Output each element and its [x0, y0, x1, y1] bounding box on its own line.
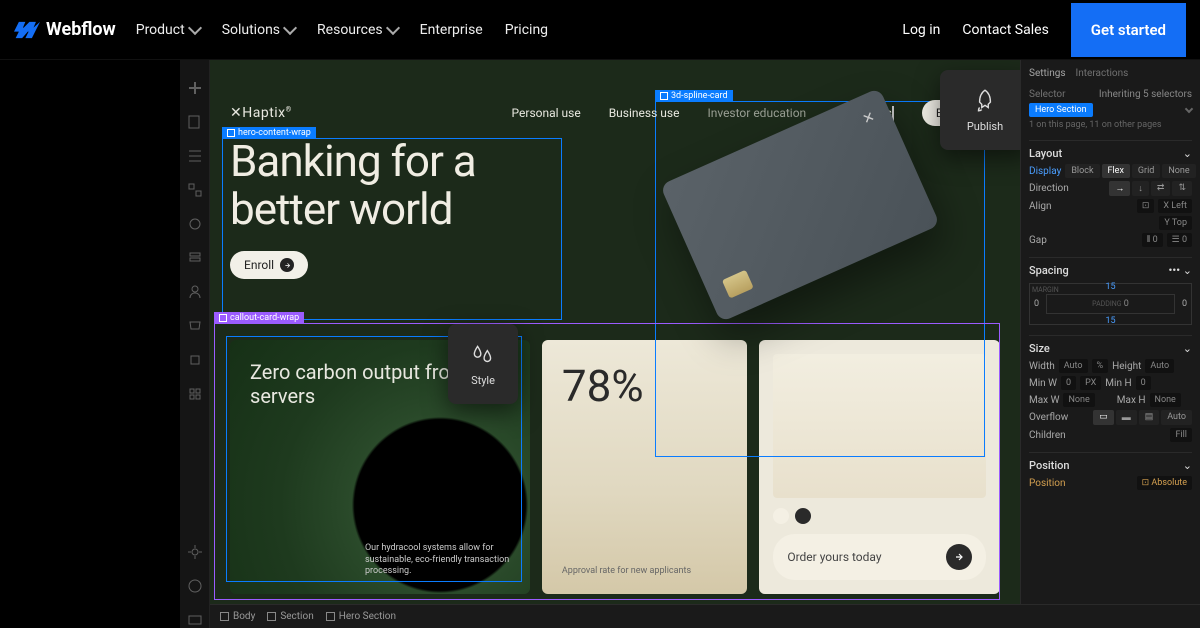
navigator-icon[interactable]: [187, 148, 203, 164]
contact-sales-link[interactable]: Contact Sales: [962, 22, 1048, 38]
crumb-section[interactable]: Section: [267, 611, 313, 622]
crumb-hero[interactable]: Hero Section: [326, 611, 396, 622]
chip-icon: [722, 270, 754, 299]
primary-nav: Product Solutions Resources Enterprise P…: [136, 22, 548, 38]
align-y[interactable]: Y Top: [1159, 216, 1192, 230]
element-icon: [227, 129, 235, 137]
rocket-icon: [972, 88, 998, 114]
users-icon[interactable]: [187, 284, 203, 300]
style-label: Style: [471, 374, 495, 387]
section-position[interactable]: Position⌄: [1029, 459, 1192, 472]
webflow-logo[interactable]: Webflow: [14, 19, 116, 40]
spacing-editor[interactable]: 15 MARGIN PADDING 0 0 0 15: [1029, 283, 1192, 325]
overflow-auto[interactable]: Auto: [1161, 410, 1192, 425]
section-size[interactable]: Size⌄: [1029, 342, 1192, 355]
selector-tag-spline[interactable]: 3d-spline-card: [655, 90, 733, 102]
position-value[interactable]: ⊡ Absolute: [1137, 476, 1192, 490]
section-spacing[interactable]: Spacing••• ⌄: [1029, 264, 1192, 277]
element-icon: [267, 612, 276, 621]
ecommerce-icon[interactable]: [187, 318, 203, 334]
site-brand: ✕Haptix®: [230, 105, 292, 121]
site-nav-item[interactable]: Personal use: [512, 106, 581, 120]
publish-callout: Publish: [940, 70, 1020, 150]
dir-col-icon[interactable]: ↓: [1132, 181, 1149, 196]
apps-icon[interactable]: [187, 386, 203, 402]
opt-none[interactable]: None: [1162, 164, 1195, 178]
webflow-logo-icon: [14, 21, 40, 39]
pages-icon[interactable]: [187, 114, 203, 130]
nav-enterprise[interactable]: Enterprise: [420, 22, 483, 38]
element-icon: [326, 612, 335, 621]
components-icon[interactable]: [187, 182, 203, 198]
opt-block[interactable]: Block: [1065, 164, 1099, 178]
droplets-icon: [470, 342, 496, 368]
nav-resources[interactable]: Resources: [317, 22, 398, 38]
overflow-scroll-icon[interactable]: ▤: [1139, 410, 1160, 425]
chevron-down-icon: [283, 21, 297, 35]
login-link[interactable]: Log in: [902, 22, 940, 38]
section-layout[interactable]: Layout⌄: [1029, 147, 1192, 160]
align-x[interactable]: X Left: [1158, 199, 1192, 213]
display-options: Block Flex Grid None: [1065, 164, 1195, 178]
publish-label: Publish: [967, 120, 1003, 133]
help-icon[interactable]: [187, 578, 203, 594]
selection-outline: [222, 138, 562, 320]
secondary-nav: Log in Contact Sales Get started: [902, 3, 1186, 57]
add-icon[interactable]: [187, 80, 203, 96]
inheriting-hint: Inheriting 5 selectors: [1099, 89, 1192, 100]
design-canvas[interactable]: ✕Haptix® Personal use Business use Inves…: [210, 60, 1020, 604]
chevron-down-icon[interactable]: [1185, 104, 1193, 112]
margin-top[interactable]: 15: [1105, 282, 1115, 292]
crumb-body[interactable]: Body: [220, 611, 255, 622]
webflow-top-nav: Webflow Product Solutions Resources Ente…: [0, 0, 1200, 60]
assets-icon[interactable]: [187, 216, 203, 232]
tab-interactions[interactable]: Interactions: [1076, 66, 1129, 81]
panel-tabs: Settings Interactions: [1029, 66, 1192, 81]
selector-chip[interactable]: Hero Section: [1029, 103, 1093, 117]
chevron-down-icon: [188, 21, 202, 35]
overflow-visible-icon[interactable]: ▭: [1093, 410, 1114, 425]
designer-stage: ✕Haptix® Personal use Business use Inves…: [180, 60, 1200, 628]
dir-rowrev-icon[interactable]: ⇄: [1151, 181, 1171, 196]
selector-tag-callout[interactable]: callout-card-wrap: [214, 312, 304, 324]
element-icon: [660, 92, 668, 100]
dir-row-icon[interactable]: →: [1109, 181, 1130, 196]
selector-tag-hero[interactable]: hero-content-wrap: [222, 127, 316, 139]
site-nav-item[interactable]: Business use: [609, 106, 680, 120]
element-icon: [219, 314, 227, 322]
opt-grid[interactable]: Grid: [1132, 164, 1160, 178]
settings-icon[interactable]: [187, 544, 203, 560]
align-box-icon[interactable]: ⊡: [1137, 199, 1155, 213]
element-icon: [220, 612, 229, 621]
gap-row[interactable]: ☰ 0: [1167, 233, 1192, 247]
brand-text: Webflow: [46, 19, 116, 40]
left-toolbar: [180, 60, 210, 628]
card-logo-icon: ✕: [860, 109, 877, 128]
nav-pricing[interactable]: Pricing: [505, 22, 548, 38]
tab-settings[interactable]: Settings: [1029, 66, 1066, 81]
breadcrumb-bar: Body Section Hero Section: [210, 604, 1200, 628]
video-icon[interactable]: [187, 612, 203, 628]
opt-flex[interactable]: Flex: [1102, 164, 1130, 178]
dir-colrev-icon[interactable]: ⇅: [1172, 181, 1192, 196]
margin-bottom[interactable]: 15: [1105, 316, 1115, 326]
selector-context: 1 on this page, 11 on other pages: [1029, 120, 1192, 130]
logic-icon[interactable]: [187, 352, 203, 368]
chevron-down-icon: [386, 21, 400, 35]
cms-icon[interactable]: [187, 250, 203, 266]
style-panel: Settings Interactions SelectorInheriting…: [1020, 60, 1200, 604]
site-nav-item[interactable]: Investor education: [707, 106, 806, 120]
get-started-button[interactable]: Get started: [1071, 3, 1186, 57]
nav-solutions[interactable]: Solutions: [222, 22, 295, 38]
overflow-hidden-icon[interactable]: ▬: [1116, 410, 1137, 425]
style-callout: Style: [448, 324, 518, 404]
nav-product[interactable]: Product: [136, 22, 200, 38]
gap-col[interactable]: ⫴ 0: [1142, 233, 1163, 247]
